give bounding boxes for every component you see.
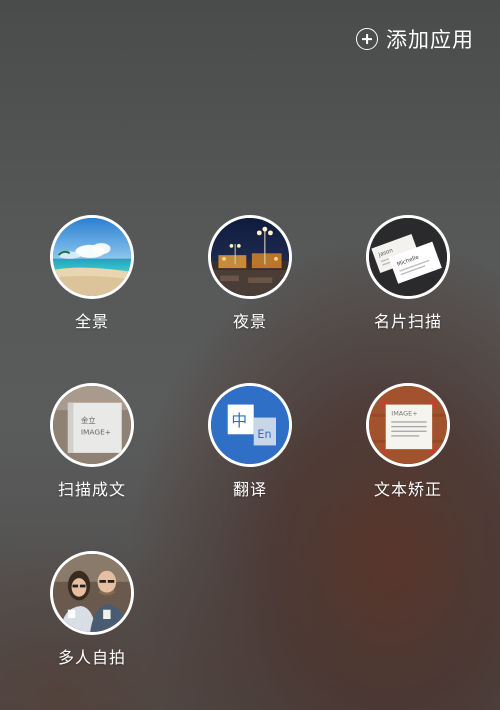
app-label: 翻译 <box>232 480 267 499</box>
app-label: 文本矫正 <box>373 480 442 499</box>
scan-product-text: IMAGE+ <box>81 427 111 436</box>
scan-brand-text: 金立 <box>81 415 96 425</box>
app-label: 扫描成文 <box>57 480 126 499</box>
app-scan-to-text[interactable]: 金立 IMAGE+ 扫描成文 <box>22 383 162 500</box>
add-app-button[interactable]: 添加应用 <box>356 22 474 56</box>
translate-en-text: En <box>257 428 271 441</box>
app-label: 全景 <box>74 312 109 331</box>
text-correction-icon: IMAGE+ <box>366 383 450 467</box>
panorama-icon <box>50 215 134 299</box>
app-text-correction[interactable]: IMAGE+ 文本矫正 <box>338 383 478 500</box>
app-business-card-scan[interactable]: Jason Michelle 名片扫描 <box>338 215 478 332</box>
app-panorama[interactable]: 全景 <box>22 215 162 332</box>
translate-zh-text: 中 <box>231 411 247 430</box>
app-label: 多人自拍 <box>57 648 126 667</box>
app-label: 夜景 <box>232 312 267 331</box>
add-app-label: 添加应用 <box>386 28 474 52</box>
translate-icon: En 中 <box>208 383 292 467</box>
plus-circle-icon <box>356 28 378 50</box>
app-group-selfie[interactable]: 多人自拍 <box>22 551 162 668</box>
night-scene-icon <box>208 215 292 299</box>
app-night-scene[interactable]: 夜景 <box>180 215 320 332</box>
group-selfie-icon <box>50 551 134 635</box>
app-translate[interactable]: En 中 翻译 <box>180 383 320 500</box>
scan-to-text-icon: 金立 IMAGE+ <box>50 383 134 467</box>
correction-product-text: IMAGE+ <box>391 410 417 418</box>
app-label: 名片扫描 <box>373 312 442 331</box>
business-card-scan-icon: Jason Michelle <box>366 215 450 299</box>
